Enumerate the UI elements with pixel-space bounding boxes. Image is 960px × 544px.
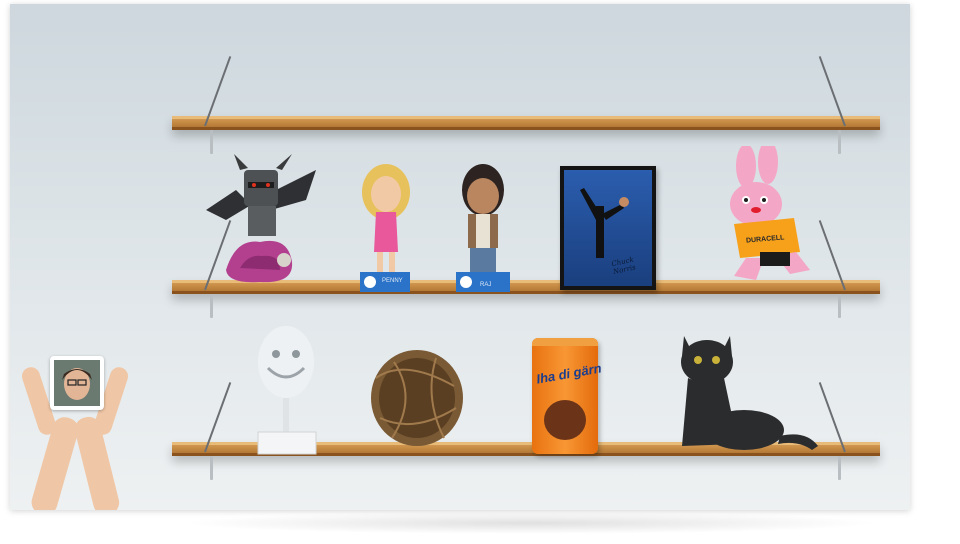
- chocolate-image: [544, 400, 586, 440]
- penny-bobblehead[interactable]: [358, 160, 414, 294]
- can-brand: Iha di gärn: [535, 360, 603, 387]
- framed-poster[interactable]: Chuck Norris: [560, 166, 656, 290]
- face-statue[interactable]: [250, 322, 324, 458]
- shelf-bracket-left: [210, 456, 213, 480]
- raj-label: RAJ: [480, 282, 492, 288]
- shelf-bracket-right: [838, 456, 841, 480]
- shelf-wall: PENNY RAJ Chuck Norris DURACELL Iha di g…: [10, 4, 910, 510]
- can-lid: [532, 338, 598, 346]
- page-shadow: [180, 512, 880, 534]
- hairball[interactable]: [364, 338, 470, 452]
- black-cat[interactable]: [674, 326, 822, 456]
- poster-photo: Chuck Norris: [564, 170, 652, 286]
- penny-label: PENNY: [382, 278, 403, 284]
- raj-bobblehead[interactable]: [454, 160, 512, 294]
- left-forearm: [28, 414, 82, 510]
- right-forearm: [72, 414, 122, 510]
- avatar: [54, 360, 100, 406]
- hands-holding-avatar: [18, 356, 134, 510]
- shelf-bracket-left: [210, 294, 213, 318]
- shelf-top: [172, 56, 880, 154]
- shelf-bracket-right: [838, 294, 841, 318]
- shelf-board: [172, 116, 880, 130]
- drink-can[interactable]: Iha di gärn: [532, 338, 603, 454]
- shelf-bracket-right: [838, 130, 841, 154]
- pink-bunny-mascot[interactable]: [716, 146, 822, 292]
- avatar-frame[interactable]: [50, 356, 104, 410]
- dragon-figurine[interactable]: [196, 150, 326, 286]
